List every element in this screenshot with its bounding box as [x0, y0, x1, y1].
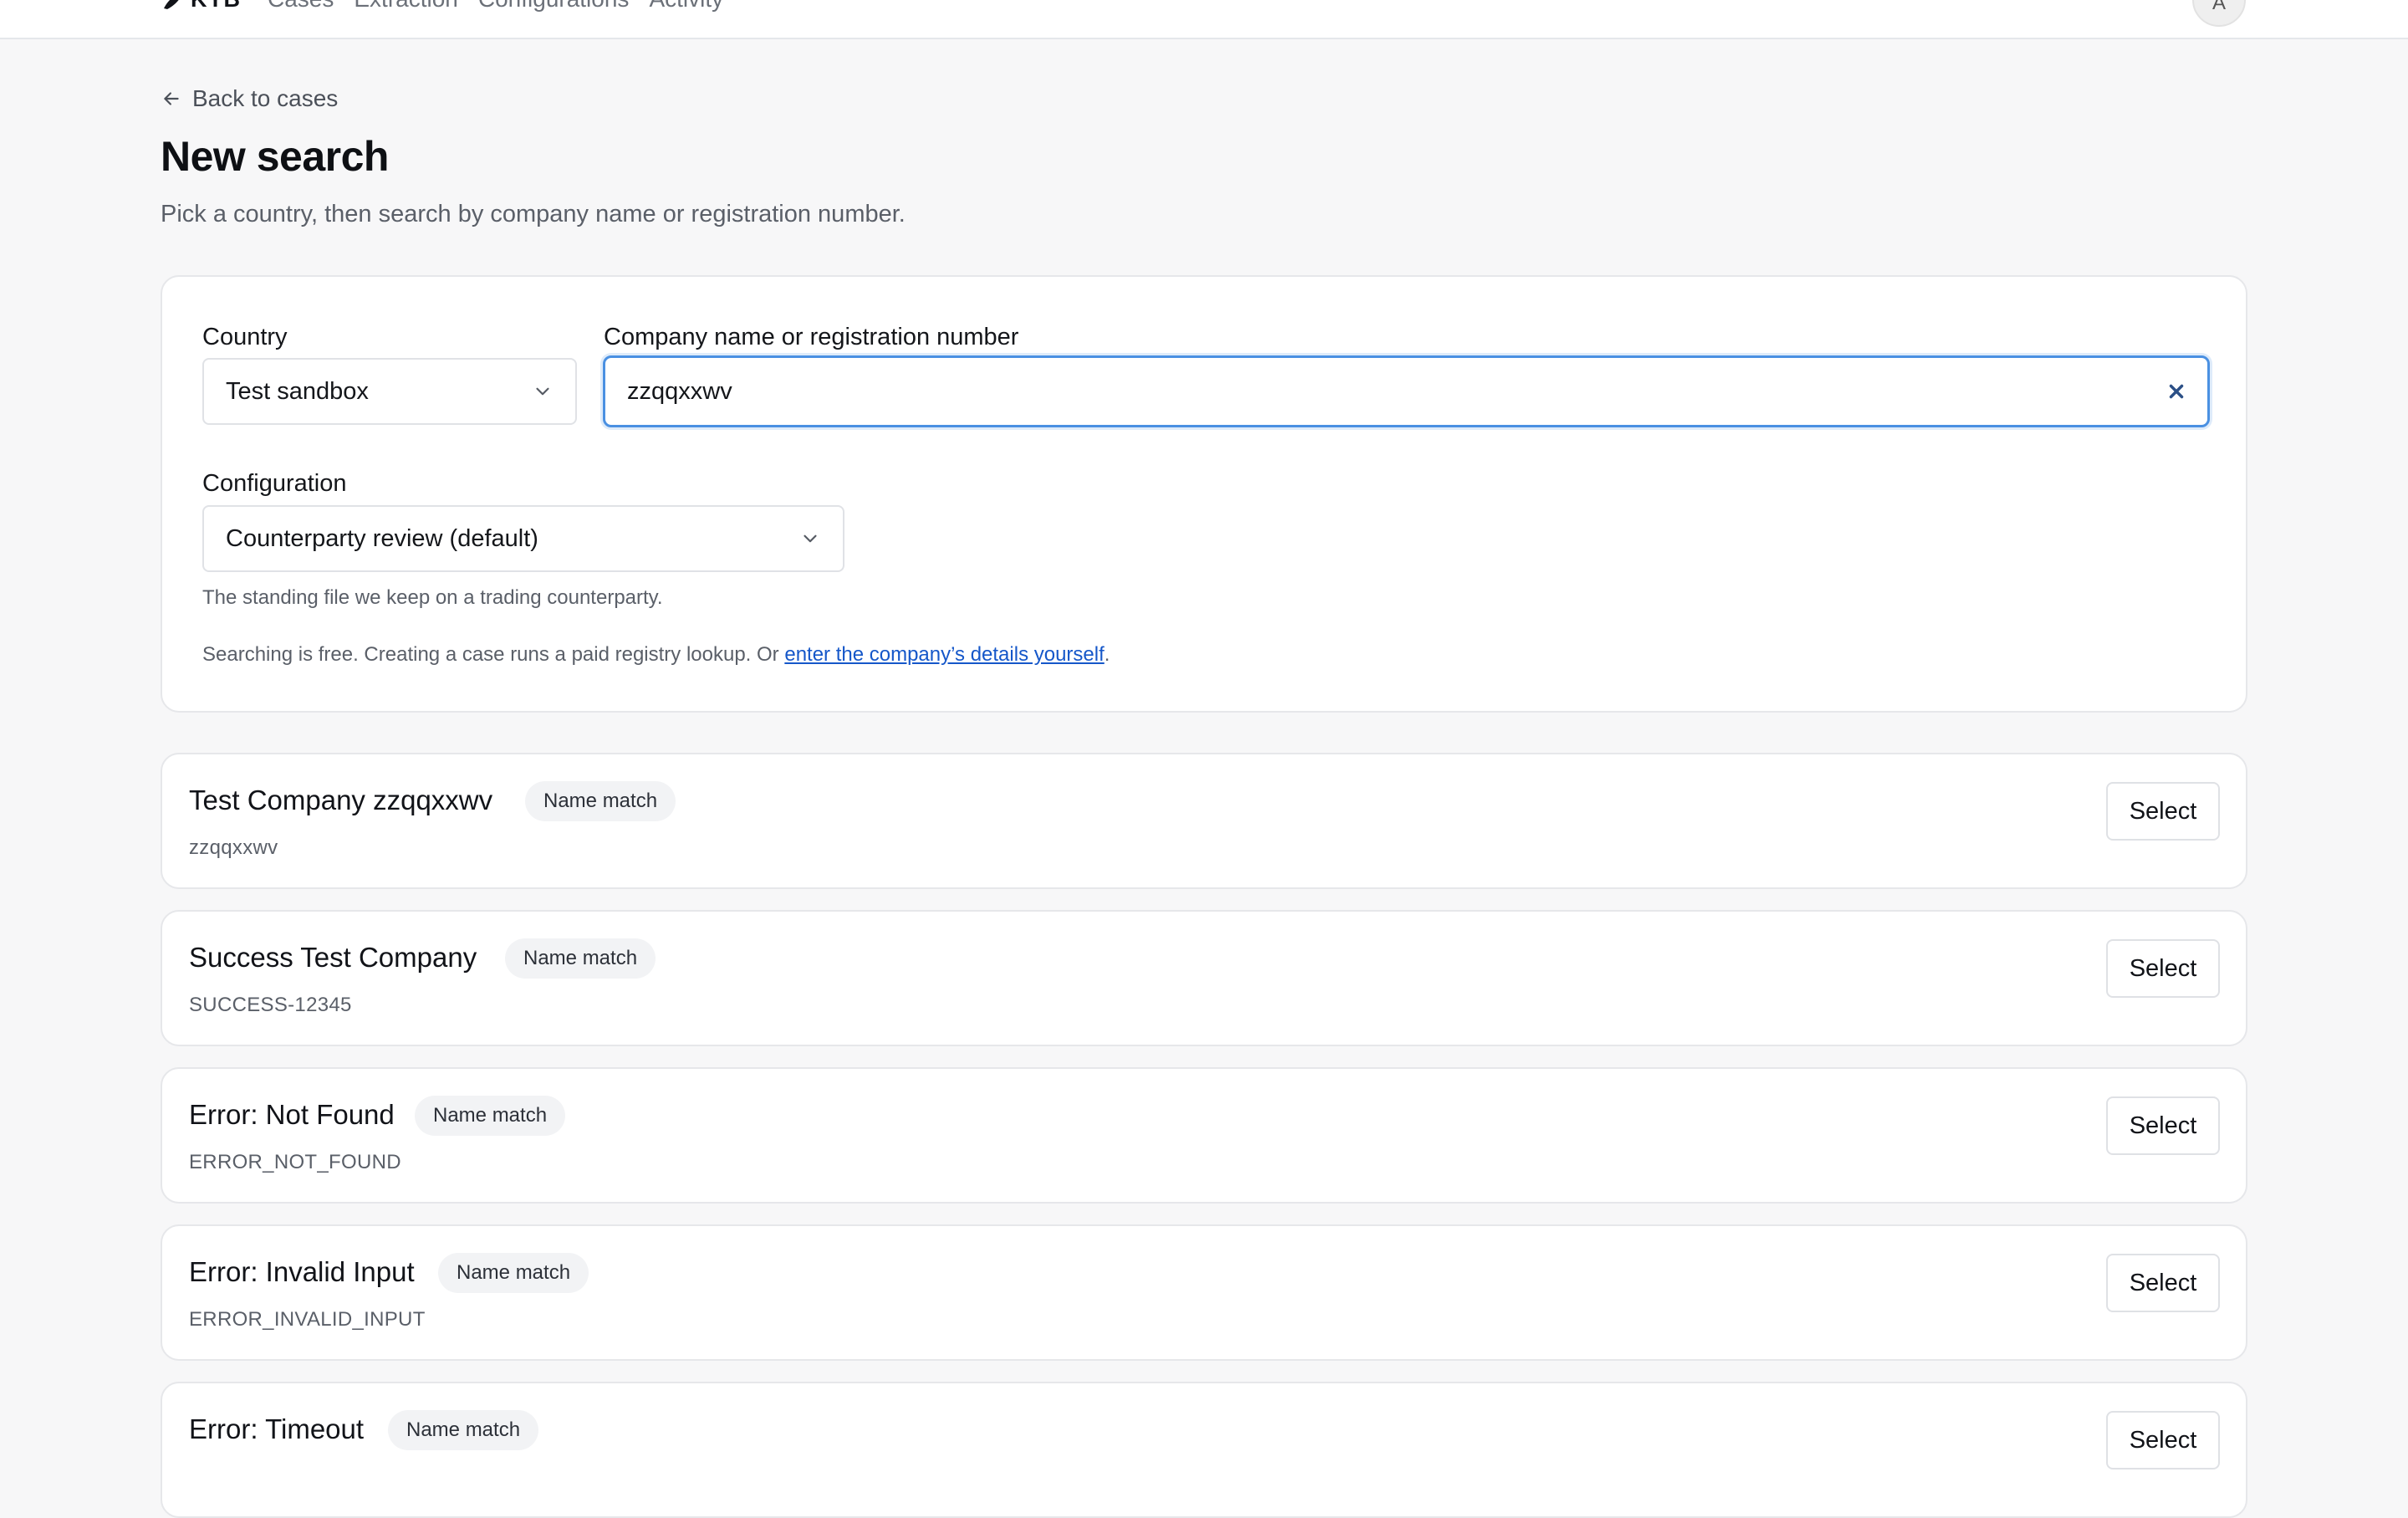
- search-form-card: Country Test sandbox Company name or reg…: [161, 275, 2247, 713]
- result-company-name: Test Company zzqqxxwv: [189, 785, 493, 815]
- result-registration-id: ERROR_INVALID_INPUT: [189, 1308, 426, 1331]
- search-result-card: Error: Not Found Name match ERROR_NOT_FO…: [161, 1067, 2247, 1204]
- country-select[interactable]: Test sandbox: [202, 358, 577, 425]
- result-registration-id: SUCCESS-12345: [189, 994, 352, 1016]
- configuration-select-value: Counterparty review (default): [226, 524, 538, 552]
- country-select-value: Test sandbox: [226, 377, 369, 405]
- result-registration-id: zzqqxxwv: [189, 836, 278, 859]
- nav-item-activity[interactable]: Activity: [649, 0, 723, 12]
- avatar-initial: A: [2212, 0, 2226, 14]
- search-cost-notice: Searching is free. Creating a case runs …: [202, 643, 1110, 667]
- user-avatar[interactable]: A: [2192, 0, 2246, 27]
- country-label: Country: [202, 324, 288, 350]
- nav-item-cases[interactable]: Cases: [268, 0, 334, 12]
- search-result-card: Error: Timeout Name match Select: [161, 1382, 2247, 1518]
- configuration-help-text: The standing file we keep on a trading c…: [202, 586, 663, 609]
- chevron-down-icon: [536, 387, 549, 396]
- company-search-input[interactable]: zzqqxxwv: [603, 355, 2210, 427]
- select-result-button[interactable]: Select: [2106, 1411, 2220, 1469]
- search-result-card: Success Test Company Name match SUCCESS-…: [161, 910, 2247, 1046]
- configuration-select[interactable]: Counterparty review (default): [202, 505, 844, 572]
- clear-search-icon[interactable]: [2166, 381, 2187, 402]
- select-result-button[interactable]: Select: [2106, 1096, 2220, 1155]
- search-result-card: Test Company zzqqxxwv Name match zzqqxxw…: [161, 753, 2247, 889]
- app-logo[interactable]: KYB: [161, 0, 241, 12]
- back-link-label: Back to cases: [192, 85, 339, 111]
- notice-text: Searching is free. Creating a case runs …: [202, 643, 785, 666]
- match-badge: Name match: [525, 781, 676, 821]
- result-company-name: Success Test Company: [189, 942, 477, 973]
- notice-suffix: .: [1104, 643, 1110, 666]
- nav-item-configurations[interactable]: Configurations: [478, 0, 630, 12]
- search-result-card: Error: Invalid Input Name match ERROR_IN…: [161, 1224, 2247, 1361]
- top-navigation-bar: KYB Cases Extraction Configurations Acti…: [0, 0, 2408, 39]
- query-label: Company name or registration number: [604, 324, 1019, 350]
- nav-item-extraction[interactable]: Extraction: [354, 0, 458, 12]
- enter-details-manually-link[interactable]: enter the company’s details yourself: [784, 643, 1104, 666]
- select-result-button[interactable]: Select: [2106, 1254, 2220, 1312]
- match-badge: Name match: [438, 1253, 589, 1293]
- back-to-cases-link[interactable]: Back to cases: [161, 84, 338, 113]
- configuration-label: Configuration: [202, 470, 347, 497]
- result-company-name: Error: Invalid Input: [189, 1256, 415, 1287]
- select-result-button[interactable]: Select: [2106, 939, 2220, 998]
- match-badge: Name match: [415, 1096, 566, 1136]
- result-registration-id: ERROR_NOT_FOUND: [189, 1151, 401, 1173]
- match-badge: Name match: [505, 938, 656, 979]
- company-search-value: zzqqxxwv: [627, 377, 732, 405]
- result-company-name: Error: Timeout: [189, 1413, 365, 1444]
- match-badge: Name match: [388, 1410, 539, 1450]
- logo-mark-icon: [164, 0, 179, 9]
- logo-text: KYB: [191, 0, 241, 13]
- result-company-name: Error: Not Found: [189, 1099, 395, 1130]
- page-subtitle: Pick a country, then search by company n…: [161, 201, 906, 227]
- arrow-left-icon: [164, 92, 179, 105]
- select-result-button[interactable]: Select: [2106, 782, 2220, 841]
- chevron-down-icon: [804, 534, 817, 543]
- main-nav: Cases Extraction Configurations Activity: [268, 0, 723, 12]
- page-title: New search: [161, 133, 389, 180]
